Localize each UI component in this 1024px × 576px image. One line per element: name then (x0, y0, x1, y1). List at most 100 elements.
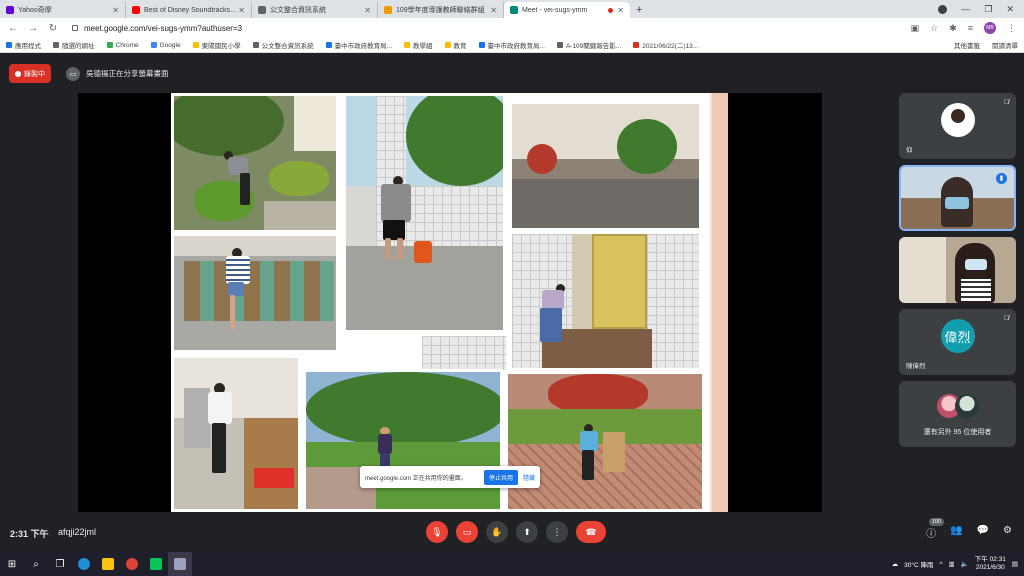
bookmark-label: 東陽國民小學 (201, 43, 241, 50)
bookmark-item[interactable]: Google (150, 42, 181, 49)
camera-toggle-button[interactable]: ▭ (456, 521, 478, 543)
bookmark-item[interactable]: 臺中市政府教育局... (325, 40, 392, 50)
mic-toggle-button[interactable]: 🎙 (426, 521, 448, 543)
browser-tab[interactable]: 公文整合資訊系統 ✕ (252, 2, 378, 18)
bookmark-folder-icon (150, 42, 157, 48)
bookmark-label: Chrome (115, 41, 139, 49)
browser-tab-active[interactable]: Meet - vei-sugs-ymm ✕ (504, 2, 630, 18)
meeting-time: 2:31 下午 (10, 529, 49, 539)
record-dot-icon (15, 70, 21, 77)
tab-title: 109學年度導護教師聯絡群組 (396, 7, 485, 14)
profile-circle-icon[interactable] (938, 4, 948, 14)
bookmark-item[interactable]: 閱讀清單 (992, 40, 1018, 50)
new-tab-button[interactable]: + (630, 2, 648, 18)
restore-icon[interactable]: ❐ (984, 4, 992, 15)
bookmark-item[interactable]: 臺中市政府教育局... (478, 40, 545, 50)
bookmark-item[interactable]: Chrome (106, 41, 139, 49)
participant-tile[interactable] (899, 237, 1016, 303)
close-window-icon[interactable]: ✕ (1006, 4, 1014, 15)
activities-icon[interactable]: ⚙ (1003, 525, 1012, 540)
participant-tile-speaking[interactable]: ▮ (899, 165, 1016, 231)
kebab-menu-icon[interactable]: ⋮ (1007, 23, 1016, 34)
bookmark-folder-icon (633, 42, 640, 48)
close-icon[interactable]: ✕ (364, 6, 371, 15)
stop-sharing-button[interactable]: 停止共用 (483, 469, 518, 485)
close-icon[interactable]: ✕ (617, 6, 624, 15)
bookmark-label: 教學組 (413, 43, 433, 50)
profile-avatar[interactable]: MB (984, 22, 996, 34)
volume-icon[interactable]: 🔈 (961, 560, 969, 568)
photo-gardening (171, 93, 339, 233)
striped-shirt (961, 279, 991, 301)
close-icon[interactable]: ✕ (490, 6, 497, 15)
recording-label: 錄製中 (24, 70, 45, 78)
menu-list-icon[interactable]: ≡ (968, 23, 973, 33)
edge-browser-icon[interactable] (72, 552, 96, 576)
bookmark-label: 應用程式 (15, 43, 41, 50)
task-view-icon[interactable]: ❐ (48, 552, 72, 576)
leave-call-button[interactable]: ☎ (576, 521, 606, 543)
notification-icon[interactable]: ▤ (1012, 560, 1018, 568)
photo-storeroom (171, 355, 301, 512)
present-screen-button[interactable]: ⬆ (516, 521, 538, 543)
bookmark-item[interactable]: 其他書籤 (954, 40, 980, 50)
tab-favicon-icon (132, 6, 140, 14)
close-icon[interactable]: ✕ (112, 6, 119, 15)
file-explorer-icon[interactable] (96, 552, 120, 576)
tray-expand-icon[interactable]: ^ (939, 561, 942, 568)
people-icon[interactable]: 👥 (950, 525, 962, 540)
system-clock[interactable]: 下午 02:31 2021/6/30 (975, 556, 1006, 572)
raise-hand-button[interactable]: ✋ (486, 521, 508, 543)
minimize-icon[interactable]: — (961, 4, 970, 14)
bookmark-item[interactable]: 應用程式 (6, 40, 41, 50)
recording-badge[interactable]: 錄製中 (9, 64, 51, 83)
other-participants-tile[interactable]: 還有另外 95 位使用者 (899, 381, 1016, 447)
windows-start-icon[interactable]: ⊞ (0, 552, 24, 576)
photo-corridor-cleaning (343, 93, 506, 333)
bookmark-item[interactable]: 教學組 (404, 40, 433, 50)
bookmark-item[interactable]: 2021/06/22(二)13... (633, 40, 698, 50)
weather-icon[interactable]: ☁ (892, 560, 899, 568)
chrome-icon[interactable] (120, 552, 144, 576)
bookmark-item[interactable]: 教育 (444, 40, 467, 50)
chat-icon[interactable]: 💬 (977, 525, 989, 540)
bookmark-item[interactable]: 東陽國民小學 (192, 40, 241, 50)
hide-notification-button[interactable]: 隱藏 (523, 473, 535, 482)
browser-tab[interactable]: 109學年度導護教師聯絡群組 ✕ (378, 2, 504, 18)
presenter-status: ▭ 吳德揚正在分享螢幕畫面 (66, 64, 169, 83)
tab-title: Yahoo奇摩 (18, 7, 52, 14)
lock-icon[interactable] (72, 25, 78, 31)
share-notification-text: meet.google.com 正在共用你的畫面。 (365, 475, 467, 482)
participant-tile[interactable]: 偉烈 🎙̸ 陳偉烈 (899, 309, 1016, 375)
bookmark-label: 隨選的網址 (62, 43, 95, 50)
back-icon[interactable]: ← (8, 23, 18, 34)
photo-door-mopping (509, 231, 702, 371)
bookmark-label: 2021/06/22(二)13... (642, 43, 699, 50)
screen-share-notification: meet.google.com 正在共用你的畫面。 停止共用 隱藏 (360, 466, 540, 488)
browser-tab[interactable]: Yahoo奇摩 ✕ (0, 2, 126, 18)
reload-icon[interactable]: ↻ (48, 23, 58, 34)
bookmark-item[interactable]: 隨選的網址 (53, 40, 95, 50)
address-bar[interactable]: meet.google.com/vei-sugs-ymm?authuser=3 (68, 21, 901, 36)
toolbar-actions: ▣ ☆ ✱ ≡ MB ⋮ (911, 22, 1016, 34)
photo-collage-slide (171, 93, 728, 512)
weather-text[interactable]: 30°C 陣雨 (904, 559, 933, 569)
search-icon[interactable]: ⌕ (24, 552, 48, 576)
meet-window-icon[interactable] (168, 552, 192, 576)
shared-screen: meet.google.com 正在共用你的畫面。 停止共用 隱藏 (78, 93, 822, 512)
browser-tab[interactable]: Best of Disney Soundtracks Pla ✕ (126, 2, 252, 18)
more-options-button[interactable]: ⋮ (546, 521, 568, 543)
slide-border-decoration (710, 93, 728, 512)
participant-tile[interactable]: 🎙̸ 仰 (899, 93, 1016, 159)
bookmark-star-icon[interactable]: ☆ (930, 23, 938, 34)
bookmark-item[interactable]: 公文整合資訊系統 (252, 40, 314, 50)
bookmark-item[interactable]: A-109關鍵報告影... (556, 40, 621, 50)
network-icon[interactable]: ▥ (949, 560, 955, 568)
extensions-icon[interactable]: ✱ (949, 23, 957, 34)
photo-classroom (171, 233, 339, 353)
camera-icon[interactable]: ▣ (911, 23, 920, 34)
line-app-icon[interactable] (144, 552, 168, 576)
forward-icon[interactable]: → (28, 23, 38, 34)
close-icon[interactable]: ✕ (238, 6, 245, 15)
info-icon[interactable]: ⓘ (926, 525, 936, 540)
